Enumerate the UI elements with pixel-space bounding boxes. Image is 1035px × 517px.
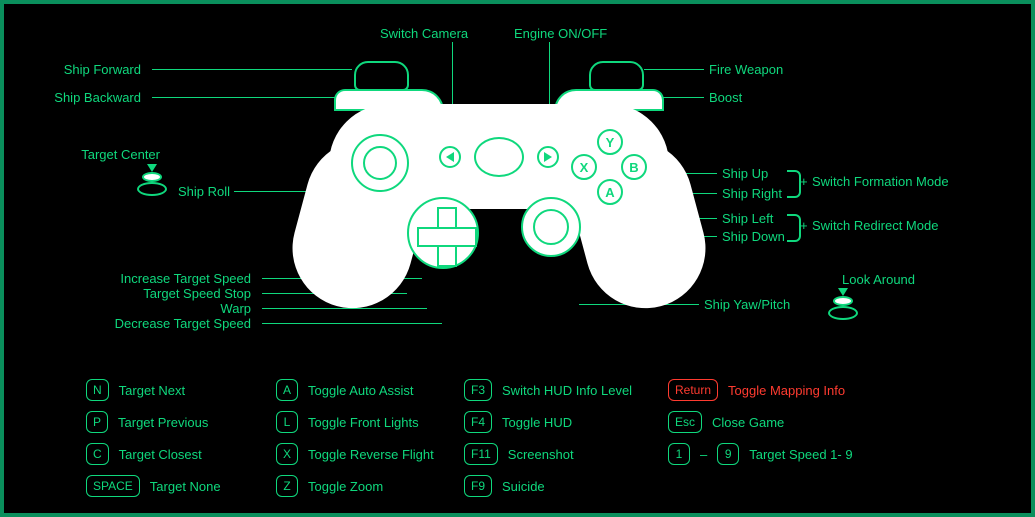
plus-2: + <box>800 218 808 233</box>
label-ship-forward: Ship Forward <box>64 62 141 77</box>
label-target-speed-stop: Target Speed Stop <box>143 286 251 301</box>
key-row-mapping-info: Return Toggle Mapping Info <box>668 374 878 406</box>
label-decrease-target-speed: Decrease Target Speed <box>115 316 251 331</box>
key-n: N <box>86 379 109 401</box>
key-row-auto-assist: A Toggle Auto Assist <box>276 374 486 406</box>
label-ship-yaw-pitch: Ship Yaw/Pitch <box>704 297 790 312</box>
a-button: A <box>597 179 623 205</box>
key-row-toggle-hud: F4 Toggle HUD <box>464 406 674 438</box>
key-row-suicide: F9 Suicide <box>464 470 674 502</box>
key-label: Toggle HUD <box>502 415 572 430</box>
label-ship-left: Ship Left <box>722 211 773 226</box>
mini-stick-right-icon <box>826 290 860 320</box>
mini-stick-left-icon <box>135 166 169 196</box>
key-esc: Esc <box>668 411 702 433</box>
key-label: Close Game <box>712 415 784 430</box>
start-icon <box>544 152 552 162</box>
key-label: Target Previous <box>118 415 208 430</box>
key-z: Z <box>276 475 298 497</box>
key-1: 1 <box>668 443 690 465</box>
key-f11: F11 <box>464 443 498 465</box>
key-label: Screenshot <box>508 447 574 462</box>
key-label: Target None <box>150 479 221 494</box>
key-f4: F4 <box>464 411 492 433</box>
b-button: B <box>621 154 647 180</box>
x-button: X <box>571 154 597 180</box>
label-boost: Boost <box>709 90 742 105</box>
key-a: A <box>276 379 298 401</box>
key-f9: F9 <box>464 475 492 497</box>
label-warp: Warp <box>220 301 251 316</box>
key-row-target-none: SPACE Target None <box>86 470 296 502</box>
key-label: Target Closest <box>119 447 202 462</box>
key-label: Toggle Auto Assist <box>308 383 414 398</box>
key-label: Target Speed 1- 9 <box>749 447 852 462</box>
label-ship-backward: Ship Backward <box>54 90 141 105</box>
label-ship-right: Ship Right <box>722 186 782 201</box>
right-trigger <box>589 61 644 91</box>
dpad <box>407 197 479 269</box>
key-label: Toggle Zoom <box>308 479 383 494</box>
keyboard-bindings: N Target Next P Target Previous C Target Cl… <box>86 374 966 514</box>
back-button <box>439 146 461 168</box>
right-stick <box>521 197 581 257</box>
label-target-center: Target Center <box>81 147 160 162</box>
key-row-zoom: Z Toggle Zoom <box>276 470 486 502</box>
label-switch-redirect: Switch Redirect Mode <box>812 218 938 233</box>
key-9: 9 <box>717 443 739 465</box>
key-row-target-previous: P Target Previous <box>86 406 296 438</box>
key-c: C <box>86 443 109 465</box>
label-look-around: Look Around <box>842 272 915 287</box>
left-stick <box>351 134 409 192</box>
key-label: Target Next <box>119 383 185 398</box>
key-row-target-closest: C Target Closest <box>86 438 296 470</box>
range-dash-icon: – <box>700 447 707 462</box>
label-engine-onoff: Engine ON/OFF <box>514 26 607 41</box>
key-label: Toggle Mapping Info <box>728 383 845 398</box>
controller-outline: Y B X A <box>299 79 699 314</box>
label-switch-camera: Switch Camera <box>380 26 468 41</box>
key-row-front-lights: L Toggle Front Lights <box>276 406 486 438</box>
back-icon <box>446 152 454 162</box>
label-increase-target-speed: Increase Target Speed <box>120 271 251 286</box>
guide-button <box>474 137 524 177</box>
left-trigger <box>354 61 409 91</box>
key-row-close-game: Esc Close Game <box>668 406 878 438</box>
key-label: Suicide <box>502 479 545 494</box>
plus-1: + <box>800 174 808 189</box>
key-x: X <box>276 443 298 465</box>
key-row-reverse-flight: X Toggle Reverse Flight <box>276 438 486 470</box>
key-f3: F3 <box>464 379 492 401</box>
brace-formation <box>787 170 801 198</box>
label-ship-down: Ship Down <box>722 229 785 244</box>
controls-diagram: Switch Camera Engine ON/OFF Ship Forward… <box>0 0 1035 517</box>
key-row-target-speed-range: 1 – 9 Target Speed 1- 9 <box>668 438 878 470</box>
y-button: Y <box>597 129 623 155</box>
key-row-hud-info: F3 Switch HUD Info Level <box>464 374 674 406</box>
label-switch-formation: Switch Formation Mode <box>812 174 949 189</box>
key-label: Switch HUD Info Level <box>502 383 632 398</box>
key-row-screenshot: F11 Screenshot <box>464 438 674 470</box>
brace-redirect <box>787 214 801 242</box>
key-l: L <box>276 411 298 433</box>
key-label: Toggle Reverse Flight <box>308 447 434 462</box>
label-ship-roll: Ship Roll <box>178 184 230 199</box>
key-p: P <box>86 411 108 433</box>
label-fire-weapon: Fire Weapon <box>709 62 783 77</box>
key-return: Return <box>668 379 718 401</box>
label-ship-up: Ship Up <box>722 166 768 181</box>
start-button <box>537 146 559 168</box>
key-label: Toggle Front Lights <box>308 415 419 430</box>
key-space: SPACE <box>86 475 140 497</box>
key-row-target-next: N Target Next <box>86 374 296 406</box>
